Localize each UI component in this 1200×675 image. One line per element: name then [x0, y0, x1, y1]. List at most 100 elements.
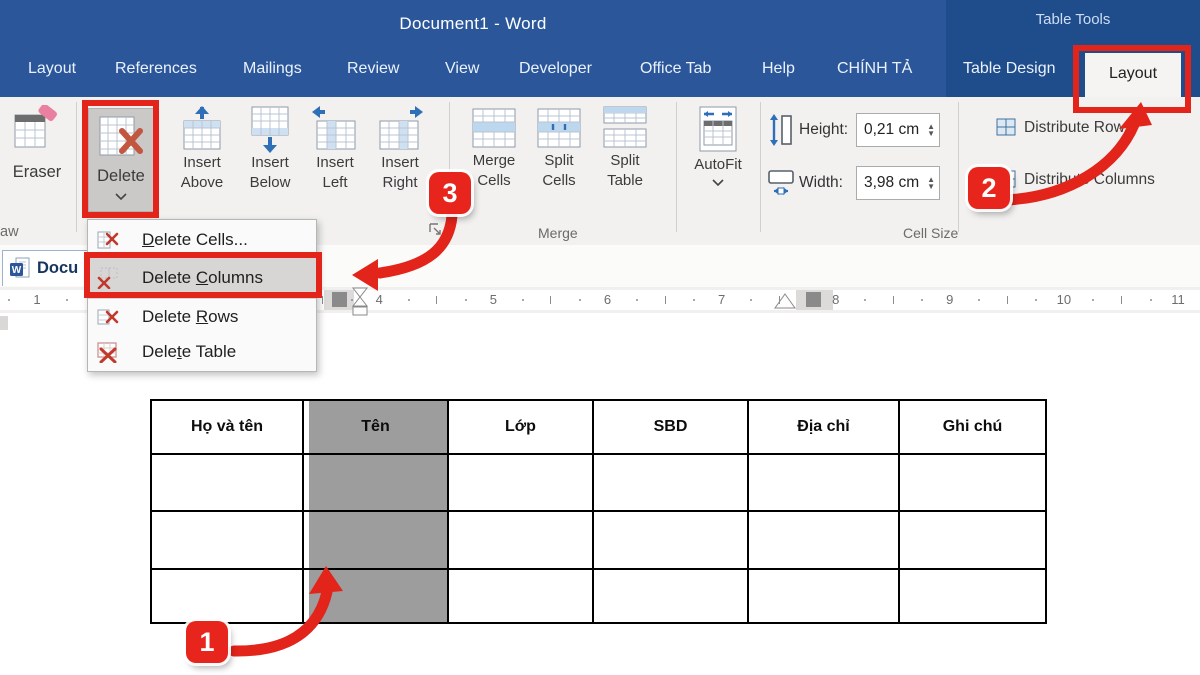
- split-table-button[interactable]: Split Table: [594, 105, 656, 191]
- merge-cells-button[interactable]: Merge Cells: [462, 105, 526, 191]
- width-value: 3,98 cm: [864, 174, 919, 192]
- menu-item-delete-table[interactable]: Delete Table: [88, 334, 316, 369]
- menu-item-delete-rows[interactable]: Delete Rows: [88, 299, 316, 334]
- delete-button[interactable]: Delete: [88, 108, 154, 212]
- ruler-number: 1: [27, 292, 47, 307]
- insert-below-icon: [248, 105, 292, 153]
- tab-table-design[interactable]: Table Design: [963, 60, 1056, 78]
- menu-item-delete-cells[interactable]: Delete Cells...: [88, 222, 316, 257]
- table-cell[interactable]: [448, 569, 593, 623]
- tab-mailings[interactable]: Mailings: [243, 60, 302, 78]
- insert-left-button[interactable]: Insert Left: [306, 105, 364, 193]
- delete-columns-icon: [96, 267, 120, 289]
- ruler-tick: [1035, 299, 1037, 301]
- ruler-tick: [408, 299, 410, 301]
- width-spinner[interactable]: ▲▼: [927, 176, 939, 190]
- delete-table-menu-icon: [96, 341, 120, 363]
- ruler-tick: [750, 299, 752, 301]
- menu-item-label: Delete Cells...: [142, 230, 248, 250]
- group-separator: [760, 102, 761, 232]
- merge-group-label: Merge: [538, 225, 578, 241]
- table-cell[interactable]: [151, 569, 303, 623]
- window-title: Document1 - Word: [0, 14, 946, 34]
- tab-references[interactable]: References: [115, 60, 197, 78]
- split-cells-label2: Cells: [542, 171, 575, 191]
- split-table-label: Split: [610, 151, 639, 171]
- table-cell[interactable]: [593, 569, 748, 623]
- height-input[interactable]: 0,21 cm ▲▼: [856, 113, 940, 147]
- table-cell[interactable]: [593, 454, 748, 511]
- table-cell[interactable]: [899, 511, 1046, 569]
- tab-help[interactable]: Help: [762, 60, 795, 78]
- header-cell[interactable]: SBD: [593, 400, 748, 454]
- eraser-icon: [12, 105, 62, 157]
- table-cell[interactable]: [748, 569, 899, 623]
- autofit-icon: [695, 105, 741, 155]
- dialog-launcher-icon[interactable]: [428, 222, 443, 242]
- table-row: [151, 454, 1046, 511]
- tab-view[interactable]: View: [445, 60, 479, 78]
- distribute-columns-button[interactable]: Distribute Columns: [996, 169, 1155, 189]
- indent-markers[interactable]: [350, 287, 370, 317]
- tab-office-tab[interactable]: Office Tab: [640, 60, 711, 78]
- width-input[interactable]: 3,98 cm ▲▼: [856, 166, 940, 200]
- height-spinner[interactable]: ▲▼: [927, 123, 939, 137]
- table-cell[interactable]: [151, 511, 303, 569]
- row-height-icon: [768, 114, 794, 151]
- insert-left-label2: Left: [322, 173, 347, 193]
- insert-above-button[interactable]: Insert Above: [170, 105, 234, 193]
- split-cells-button[interactable]: Split Cells: [530, 105, 588, 191]
- width-label: Width:: [799, 174, 843, 192]
- ruler-column-marker[interactable]: [332, 292, 347, 307]
- column-width-icon: [766, 167, 796, 204]
- table-header-row: Họ và tên Tên Lớp SBD Địa chỉ Ghi chú: [151, 400, 1046, 454]
- insert-above-label: Insert: [183, 153, 221, 173]
- ruler-tick: [636, 299, 638, 301]
- insert-below-button[interactable]: Insert Below: [239, 105, 301, 193]
- tab-chinh-ta[interactable]: CHÍNH TẢ: [837, 60, 912, 78]
- table-move-marker[interactable]: [774, 293, 796, 309]
- menu-item-delete-columns[interactable]: Delete Columns: [88, 257, 316, 299]
- table-cell[interactable]: [448, 511, 593, 569]
- word-window: Document1 - Word Table Tools Layout Refe…: [0, 0, 1200, 675]
- step-badge-2: 2: [968, 167, 1010, 209]
- table-cell-selected[interactable]: [303, 511, 448, 569]
- table-cell[interactable]: [593, 511, 748, 569]
- table-cell[interactable]: [748, 454, 899, 511]
- ruler-tick: [893, 296, 894, 304]
- table-cell[interactable]: [748, 511, 899, 569]
- table-cell[interactable]: [448, 454, 593, 511]
- tab-review[interactable]: Review: [347, 60, 399, 78]
- distribute-rows-button[interactable]: Distribute Rows: [996, 117, 1133, 137]
- group-separator: [76, 102, 77, 232]
- ruler-number: 10: [1054, 292, 1074, 307]
- menu-item-label: Delete Table: [142, 342, 236, 362]
- ruler-tick: [322, 296, 323, 304]
- tab-table-layout-active[interactable]: Layout: [1085, 53, 1181, 97]
- ruler-tick: [522, 299, 524, 301]
- insert-left-label: Insert: [316, 153, 354, 173]
- header-cell[interactable]: Lớp: [448, 400, 593, 454]
- tab-developer[interactable]: Developer: [519, 60, 592, 78]
- header-cell[interactable]: Họ và tên: [151, 400, 303, 454]
- table-cell[interactable]: [151, 454, 303, 511]
- table-cell-selected[interactable]: [303, 454, 448, 511]
- insert-right-button[interactable]: Insert Right: [369, 105, 431, 193]
- table-cell[interactable]: [899, 454, 1046, 511]
- height-label: Height:: [799, 121, 848, 139]
- split-cells-label: Split: [544, 151, 573, 171]
- table-cell[interactable]: [899, 569, 1046, 623]
- ruler-tick: [779, 296, 780, 304]
- ruler-tick: [1007, 296, 1008, 304]
- ruler-tick: [579, 299, 581, 301]
- group-separator: [958, 102, 959, 232]
- autofit-button[interactable]: AutoFit: [686, 105, 750, 186]
- header-cell-selected[interactable]: Tên: [303, 400, 448, 454]
- table-cell-selected[interactable]: [303, 569, 448, 623]
- eraser-button[interactable]: Eraser: [6, 105, 68, 182]
- header-cell[interactable]: Ghi chú: [899, 400, 1046, 454]
- group-separator: [676, 102, 677, 232]
- header-cell[interactable]: Địa chỉ: [748, 400, 899, 454]
- ruler-number: 7: [712, 292, 732, 307]
- tab-layout[interactable]: Layout: [28, 60, 76, 78]
